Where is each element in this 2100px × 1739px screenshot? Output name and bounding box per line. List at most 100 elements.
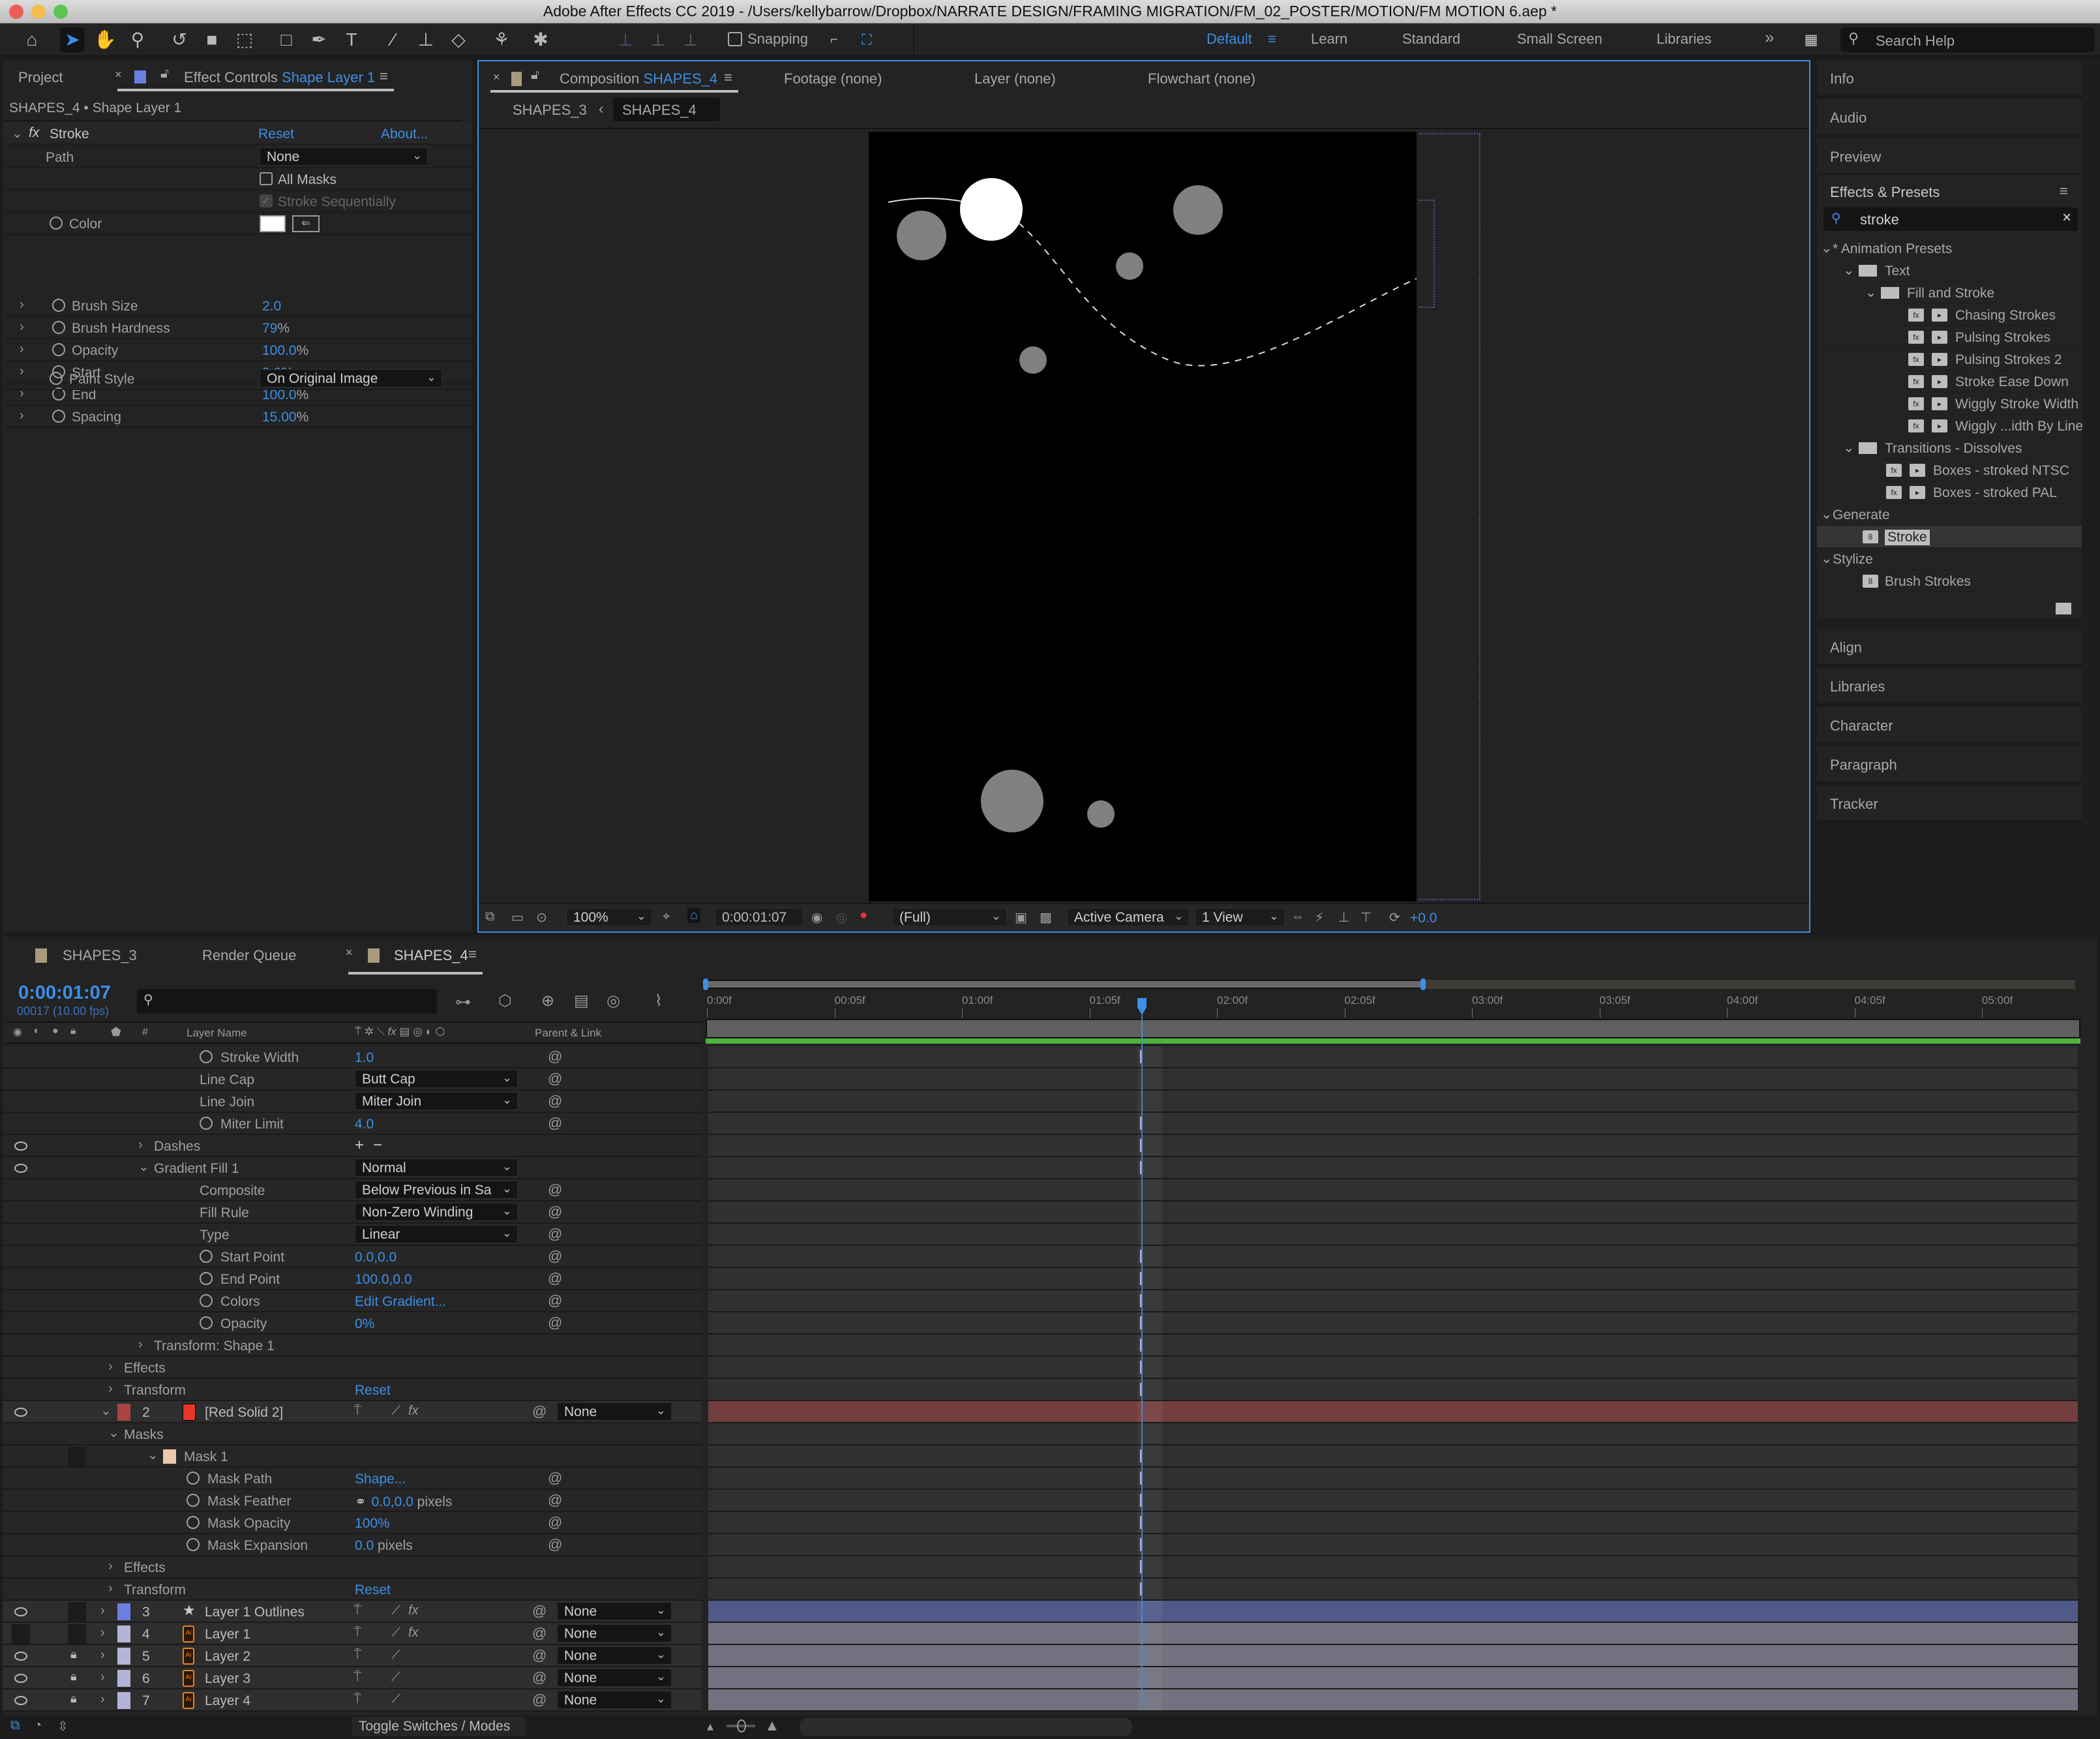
collapse-chevron-icon[interactable]: ⌄ bbox=[108, 1425, 119, 1441]
tree-item[interactable]: ⌄ Stylize bbox=[1817, 548, 2082, 570]
collapse-chevron-icon[interactable]: ⌄ bbox=[12, 125, 23, 142]
tab-project[interactable]: Project bbox=[18, 69, 63, 86]
stopwatch-icon[interactable] bbox=[200, 1050, 213, 1063]
label-tag-icon[interactable]: ⬟ bbox=[111, 1025, 121, 1039]
expand-chevron-icon[interactable]: › bbox=[100, 1603, 105, 1618]
panel-info[interactable]: Info bbox=[1817, 60, 2082, 98]
panel-libraries[interactable]: Libraries bbox=[1817, 668, 2082, 706]
show-snapshot-icon[interactable]: ◎ bbox=[836, 909, 847, 926]
lock-switch-icon[interactable]: 🔒︎ bbox=[70, 1025, 76, 1037]
layer-row[interactable]: 🔒︎ › 5 Ai Layer 2 ⍑ ⟋ @ None ⌄ bbox=[3, 1645, 702, 1667]
lock-icon[interactable]: 🔓︎ bbox=[160, 67, 169, 82]
track-row[interactable] bbox=[708, 1091, 2078, 1113]
camera-dropdown[interactable]: Active Camera ⌄ bbox=[1067, 908, 1190, 926]
tree-item[interactable]: fx ▸ Pulsing Strokes bbox=[1817, 326, 2082, 348]
track-row[interactable] bbox=[708, 1601, 2078, 1623]
param-value[interactable]: 79% bbox=[262, 321, 290, 337]
selection-tool-icon[interactable]: ➤ bbox=[60, 27, 85, 52]
shy-switch-icon[interactable]: ⍑ bbox=[353, 1670, 361, 1685]
track-row[interactable] bbox=[708, 1556, 2078, 1579]
pick-whip-icon[interactable]: @ bbox=[548, 1048, 562, 1065]
tab-render-queue[interactable]: Render Queue bbox=[202, 947, 296, 964]
channel-icon[interactable]: ● bbox=[860, 908, 867, 923]
layer-name[interactable]: [Red Solid 2] bbox=[205, 1405, 283, 1421]
fast-previews-icon[interactable]: ⚡ bbox=[1315, 909, 1324, 926]
pick-whip-icon[interactable]: @ bbox=[548, 1470, 562, 1487]
pick-whip-icon[interactable]: @ bbox=[548, 1270, 562, 1287]
constrain-link-icon[interactable]: ⚭ bbox=[355, 1494, 367, 1509]
pan-behind-tool-icon[interactable]: ⬚ bbox=[232, 27, 257, 52]
expand-chevron-icon[interactable]: › bbox=[108, 1559, 113, 1574]
track-row[interactable] bbox=[708, 1579, 2078, 1601]
flowchart-icon[interactable]: ⊤ bbox=[1360, 909, 1372, 926]
remove-dash-button[interactable]: − bbox=[373, 1136, 382, 1155]
clear-search-icon[interactable]: × bbox=[2062, 209, 2071, 227]
stopwatch-icon[interactable] bbox=[52, 410, 65, 423]
in-out-toggle-icon[interactable]: ⇳ bbox=[57, 1718, 68, 1734]
shy-switch-icon[interactable]: ⍑ bbox=[353, 1626, 361, 1641]
property-dropdown[interactable]: Miter Join ⌄ bbox=[355, 1092, 518, 1110]
expand-chevron-icon[interactable]: › bbox=[20, 342, 24, 357]
tree-item[interactable]: fx ▸ Chasing Strokes bbox=[1817, 304, 2082, 326]
hand-tool-icon[interactable]: ✋ bbox=[93, 27, 117, 52]
parent-dropdown[interactable]: None ⌄ bbox=[557, 1402, 672, 1421]
stopwatch-icon[interactable] bbox=[200, 1316, 213, 1329]
tree-item[interactable]: 8 Brush Strokes bbox=[1817, 570, 2082, 592]
breadcrumb-shapes-3[interactable]: SHAPES_3 bbox=[513, 102, 587, 119]
lock-switch-off[interactable] bbox=[68, 1624, 86, 1644]
stopwatch-icon[interactable] bbox=[200, 1294, 213, 1307]
lock-icon[interactable]: 🔓︎ bbox=[531, 68, 539, 83]
tree-item[interactable]: ⌄ Text bbox=[1817, 260, 2082, 282]
effect-about-link[interactable]: About... bbox=[381, 127, 428, 142]
shy-switch-icon[interactable]: ⍑ bbox=[353, 1603, 361, 1618]
views-dropdown[interactable]: 1 View ⌄ bbox=[1195, 908, 1285, 926]
pick-whip-icon[interactable]: @ bbox=[548, 1514, 562, 1531]
layer-name[interactable]: Layer 3 bbox=[205, 1671, 250, 1687]
property-dropdown[interactable]: Non-Zero Winding ⌄ bbox=[355, 1203, 518, 1221]
video-switch-icon[interactable]: ◉ bbox=[13, 1025, 22, 1038]
expand-chevron-icon[interactable]: › bbox=[138, 1337, 143, 1352]
layer-label-color[interactable] bbox=[117, 1603, 130, 1620]
layer-name[interactable]: Layer 1 bbox=[205, 1627, 250, 1642]
track-row[interactable] bbox=[708, 1645, 2078, 1667]
toggle-switches-modes-button[interactable]: Toggle Switches / Modes bbox=[352, 1717, 526, 1736]
video-switch-off[interactable] bbox=[12, 1624, 30, 1644]
param-value[interactable]: 15.00% bbox=[262, 410, 308, 425]
track-row[interactable] bbox=[708, 1357, 2078, 1379]
expand-chevron-icon[interactable]: › bbox=[100, 1648, 105, 1663]
mask-visibility-icon[interactable]: ⌂ bbox=[687, 908, 701, 923]
tree-item[interactable]: ⌄ Transitions - Dissolves bbox=[1817, 437, 2082, 459]
property-value[interactable]: 100.0,0.0 bbox=[355, 1272, 412, 1288]
eye-icon[interactable] bbox=[14, 1696, 27, 1705]
workspace-small-screen[interactable]: Small Screen bbox=[1517, 31, 1602, 48]
tab-layer[interactable]: Layer (none) bbox=[974, 70, 1056, 87]
layer-name[interactable]: Layer 4 bbox=[205, 1693, 250, 1709]
property-value[interactable]: 0.0,0.0 bbox=[355, 1250, 397, 1265]
stopwatch-icon[interactable] bbox=[200, 1250, 213, 1263]
tab-shapes-4[interactable]: SHAPES_4 bbox=[394, 947, 468, 964]
effect-switch-icon[interactable]: fx bbox=[408, 1626, 419, 1641]
expand-chevron-icon[interactable]: › bbox=[108, 1359, 113, 1374]
effect-switch-icon[interactable]: fx bbox=[408, 1603, 419, 1618]
stopwatch-icon[interactable] bbox=[200, 1272, 213, 1285]
motion-blur-icon[interactable]: ◎ bbox=[607, 991, 620, 1010]
panel-menu-icon[interactable]: ≡ bbox=[2060, 183, 2068, 200]
track-row[interactable] bbox=[708, 1157, 2078, 1179]
panel-tracker[interactable]: Tracker bbox=[1817, 785, 2082, 823]
track-row[interactable] bbox=[708, 1224, 2078, 1246]
property-dropdown[interactable]: Below Previous in Sa ⌄ bbox=[355, 1181, 518, 1199]
layer-label-color[interactable] bbox=[117, 1404, 130, 1421]
new-folder-icon[interactable] bbox=[2056, 603, 2071, 614]
time-navigator[interactable] bbox=[703, 978, 2075, 990]
layer-name[interactable]: Layer 1 Outlines bbox=[205, 1605, 305, 1620]
mask-color-swatch[interactable] bbox=[163, 1449, 176, 1464]
track-row[interactable] bbox=[708, 1423, 2078, 1445]
parent-dropdown[interactable]: None ⌄ bbox=[557, 1646, 672, 1665]
effect-switch-icon[interactable]: fx bbox=[408, 1404, 419, 1419]
navigator-start-handle[interactable] bbox=[703, 978, 708, 990]
lock-icon[interactable]: 🔒︎ bbox=[70, 1670, 77, 1684]
zoom-out-icon[interactable]: ▴ bbox=[707, 1718, 713, 1734]
chevron-down-icon[interactable]: ⌄ bbox=[1843, 262, 1855, 279]
track-row[interactable] bbox=[708, 1623, 2078, 1645]
track-row[interactable] bbox=[708, 1379, 2078, 1401]
